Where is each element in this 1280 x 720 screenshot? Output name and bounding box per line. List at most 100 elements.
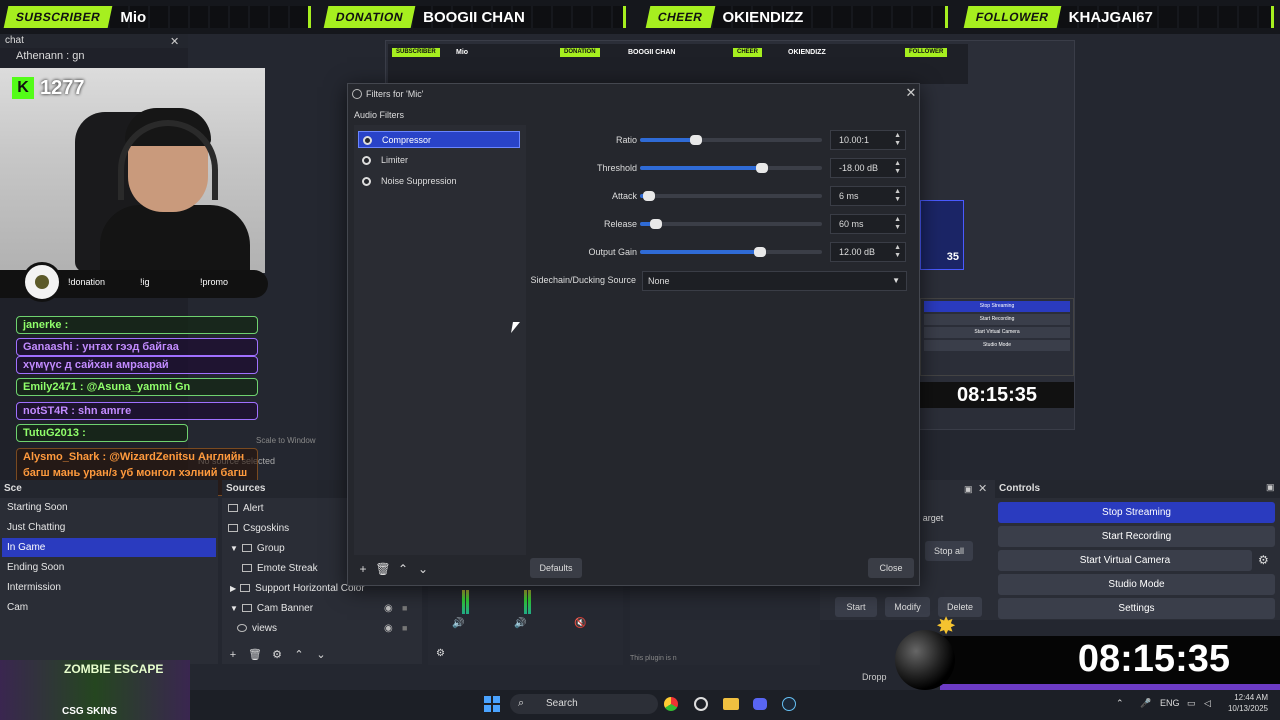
gear-icon[interactable]: ⚙ xyxy=(268,646,286,664)
spin-arrows-icon[interactable]: ▲ ▼ xyxy=(894,216,901,232)
close-icon[interactable]: ✕ xyxy=(170,35,179,48)
filter-compressor[interactable]: Compressor xyxy=(358,131,520,148)
slider-handle[interactable] xyxy=(690,135,702,145)
source-item[interactable]: Emote Streak xyxy=(242,560,318,578)
windows-start-icon[interactable] xyxy=(484,696,500,712)
spin-arrows-icon[interactable]: ▲ ▼ xyxy=(894,132,901,148)
source-item[interactable]: views xyxy=(237,620,277,638)
chrome-icon[interactable] xyxy=(664,697,678,711)
language-indicator[interactable]: ENG xyxy=(1160,698,1180,708)
scene-ending-soon[interactable]: Ending Soon xyxy=(2,558,216,577)
filter-limiter[interactable]: Limiter xyxy=(358,152,520,169)
scene-starting-soon[interactable]: Starting Soon xyxy=(2,498,216,517)
sidechain-select[interactable]: None ▼ xyxy=(642,271,907,291)
slider-handle[interactable] xyxy=(650,219,662,229)
float-icon[interactable]: ▣ xyxy=(1266,482,1275,493)
eye-icon[interactable] xyxy=(362,156,371,165)
source-group[interactable]: ▼ Group xyxy=(230,540,285,558)
dropped-frames-label: Dropp xyxy=(862,672,887,682)
clock-date[interactable]: 10/13/2025 xyxy=(1222,704,1268,713)
start-virtual-camera-button[interactable]: Start Virtual Camera xyxy=(998,550,1252,571)
gear-icon[interactable]: ⚙ xyxy=(436,648,445,659)
source-item[interactable]: Alert xyxy=(228,500,264,518)
steam-icon[interactable] xyxy=(782,697,796,711)
eye-icon[interactable] xyxy=(363,136,372,145)
move-down-icon[interactable]: ⌄ xyxy=(414,560,432,578)
attack-spinbox[interactable]: 6 ms ▲ ▼ xyxy=(830,186,906,206)
target-button[interactable]: arget xyxy=(918,508,948,528)
source-item[interactable]: Csgoskins xyxy=(228,520,289,538)
release-slider[interactable] xyxy=(640,219,822,229)
chevron-right-icon[interactable]: ▶ xyxy=(230,584,236,593)
speaker-icon[interactable]: 🔊 xyxy=(452,618,464,629)
scene-in-game[interactable]: In Game xyxy=(2,538,216,557)
stop-streaming-button[interactable]: Stop Streaming xyxy=(998,502,1275,523)
scale-label[interactable]: Scale to Window xyxy=(256,436,316,445)
studio-mode-button[interactable]: Studio Mode xyxy=(998,574,1275,595)
trash-icon[interactable]: 🗑 xyxy=(246,646,264,664)
mic-icon[interactable]: 🎤 xyxy=(1140,698,1151,709)
threshold-spinbox[interactable]: -18.00 dB ▲ ▼ xyxy=(830,158,906,178)
gear-icon[interactable]: ⚙ xyxy=(1258,553,1269,567)
slider-handle[interactable] xyxy=(643,191,655,201)
eye-icon[interactable] xyxy=(362,177,371,186)
settings-button[interactable]: Settings xyxy=(998,598,1275,619)
file-explorer-icon[interactable] xyxy=(723,698,739,710)
ratio-slider[interactable] xyxy=(640,135,822,145)
tray-chevron-icon[interactable]: ⌃ xyxy=(1116,698,1124,709)
spin-arrows-icon[interactable]: ▲ ▼ xyxy=(894,160,901,176)
chevron-down-icon[interactable]: ▼ xyxy=(230,544,238,553)
alert-tag: FOLLOWER xyxy=(963,6,1061,28)
add-icon[interactable]: + xyxy=(224,646,242,664)
speaker-icon[interactable]: 🔊 xyxy=(514,618,526,629)
slider-handle[interactable] xyxy=(754,247,766,257)
eye-icon[interactable]: ◉ xyxy=(384,623,393,634)
chevron-down-icon[interactable]: ▼ xyxy=(230,604,238,613)
kick-viewer-badge: K 1277 xyxy=(12,76,96,100)
scene-just-chatting[interactable]: Just Chatting xyxy=(2,518,216,537)
volume-meter xyxy=(528,590,531,614)
taskbar-search[interactable]: Search xyxy=(510,694,658,714)
modify-button[interactable]: Modify xyxy=(885,597,930,617)
scene-intermission[interactable]: Intermission xyxy=(2,578,216,597)
volume-icon[interactable]: ◁ xyxy=(1204,698,1211,709)
ratio-spinbox[interactable]: 10.00:1 ▲ ▼ xyxy=(830,130,906,150)
output-gain-slider[interactable] xyxy=(640,247,822,257)
float-icon[interactable]: ▣ xyxy=(964,484,973,495)
network-icon[interactable]: ▭ xyxy=(1187,698,1196,709)
attack-slider[interactable] xyxy=(640,191,822,201)
move-up-icon[interactable]: ⌃ xyxy=(394,560,412,578)
lock-icon[interactable]: ■ xyxy=(402,623,407,633)
defaults-button[interactable]: Defaults xyxy=(530,558,582,578)
close-icon[interactable]: ✕ xyxy=(904,86,918,100)
release-spinbox[interactable]: 60 ms ▲ ▼ xyxy=(830,214,906,234)
command-donation: !donation xyxy=(68,277,106,287)
source-group[interactable]: ▼ Cam Banner xyxy=(230,600,313,618)
spin-arrows-icon[interactable]: ▲ ▼ xyxy=(894,244,901,260)
move-up-icon[interactable]: ⌃ xyxy=(290,646,308,664)
output-gain-spinbox[interactable]: 12.00 dB ▲ ▼ xyxy=(830,242,906,262)
eye-icon[interactable]: ◉ xyxy=(384,603,393,614)
slider-fill xyxy=(640,250,760,254)
scene-cam[interactable]: Cam xyxy=(2,598,216,617)
close-icon[interactable]: ✕ xyxy=(978,482,987,495)
move-down-icon[interactable]: ⌄ xyxy=(312,646,330,664)
start-button[interactable]: Start xyxy=(835,597,877,617)
clock-time[interactable]: 12:44 AM xyxy=(1222,693,1268,702)
obs-icon[interactable] xyxy=(694,697,708,711)
filter-noise-suppression[interactable]: Noise Suppression xyxy=(358,173,520,190)
chat-message: notST4R : shn amrre xyxy=(16,402,258,420)
muted-speaker-icon[interactable]: 🔇 xyxy=(574,618,586,629)
lock-icon[interactable]: ■ xyxy=(402,603,407,613)
threshold-slider[interactable] xyxy=(640,163,822,173)
start-recording-button[interactable]: Start Recording xyxy=(998,526,1275,547)
add-icon[interactable]: + xyxy=(354,560,372,578)
eyeball-mascot-icon xyxy=(22,262,62,302)
close-button[interactable]: Close xyxy=(868,558,914,578)
discord-icon[interactable] xyxy=(753,698,767,710)
slider-handle[interactable] xyxy=(756,163,768,173)
stop-all-button[interactable]: Stop all xyxy=(925,541,973,561)
mini-control-button: Studio Mode xyxy=(924,340,1070,351)
trash-icon[interactable]: 🗑 xyxy=(374,560,392,578)
spin-arrows-icon[interactable]: ▲ ▼ xyxy=(894,188,901,204)
